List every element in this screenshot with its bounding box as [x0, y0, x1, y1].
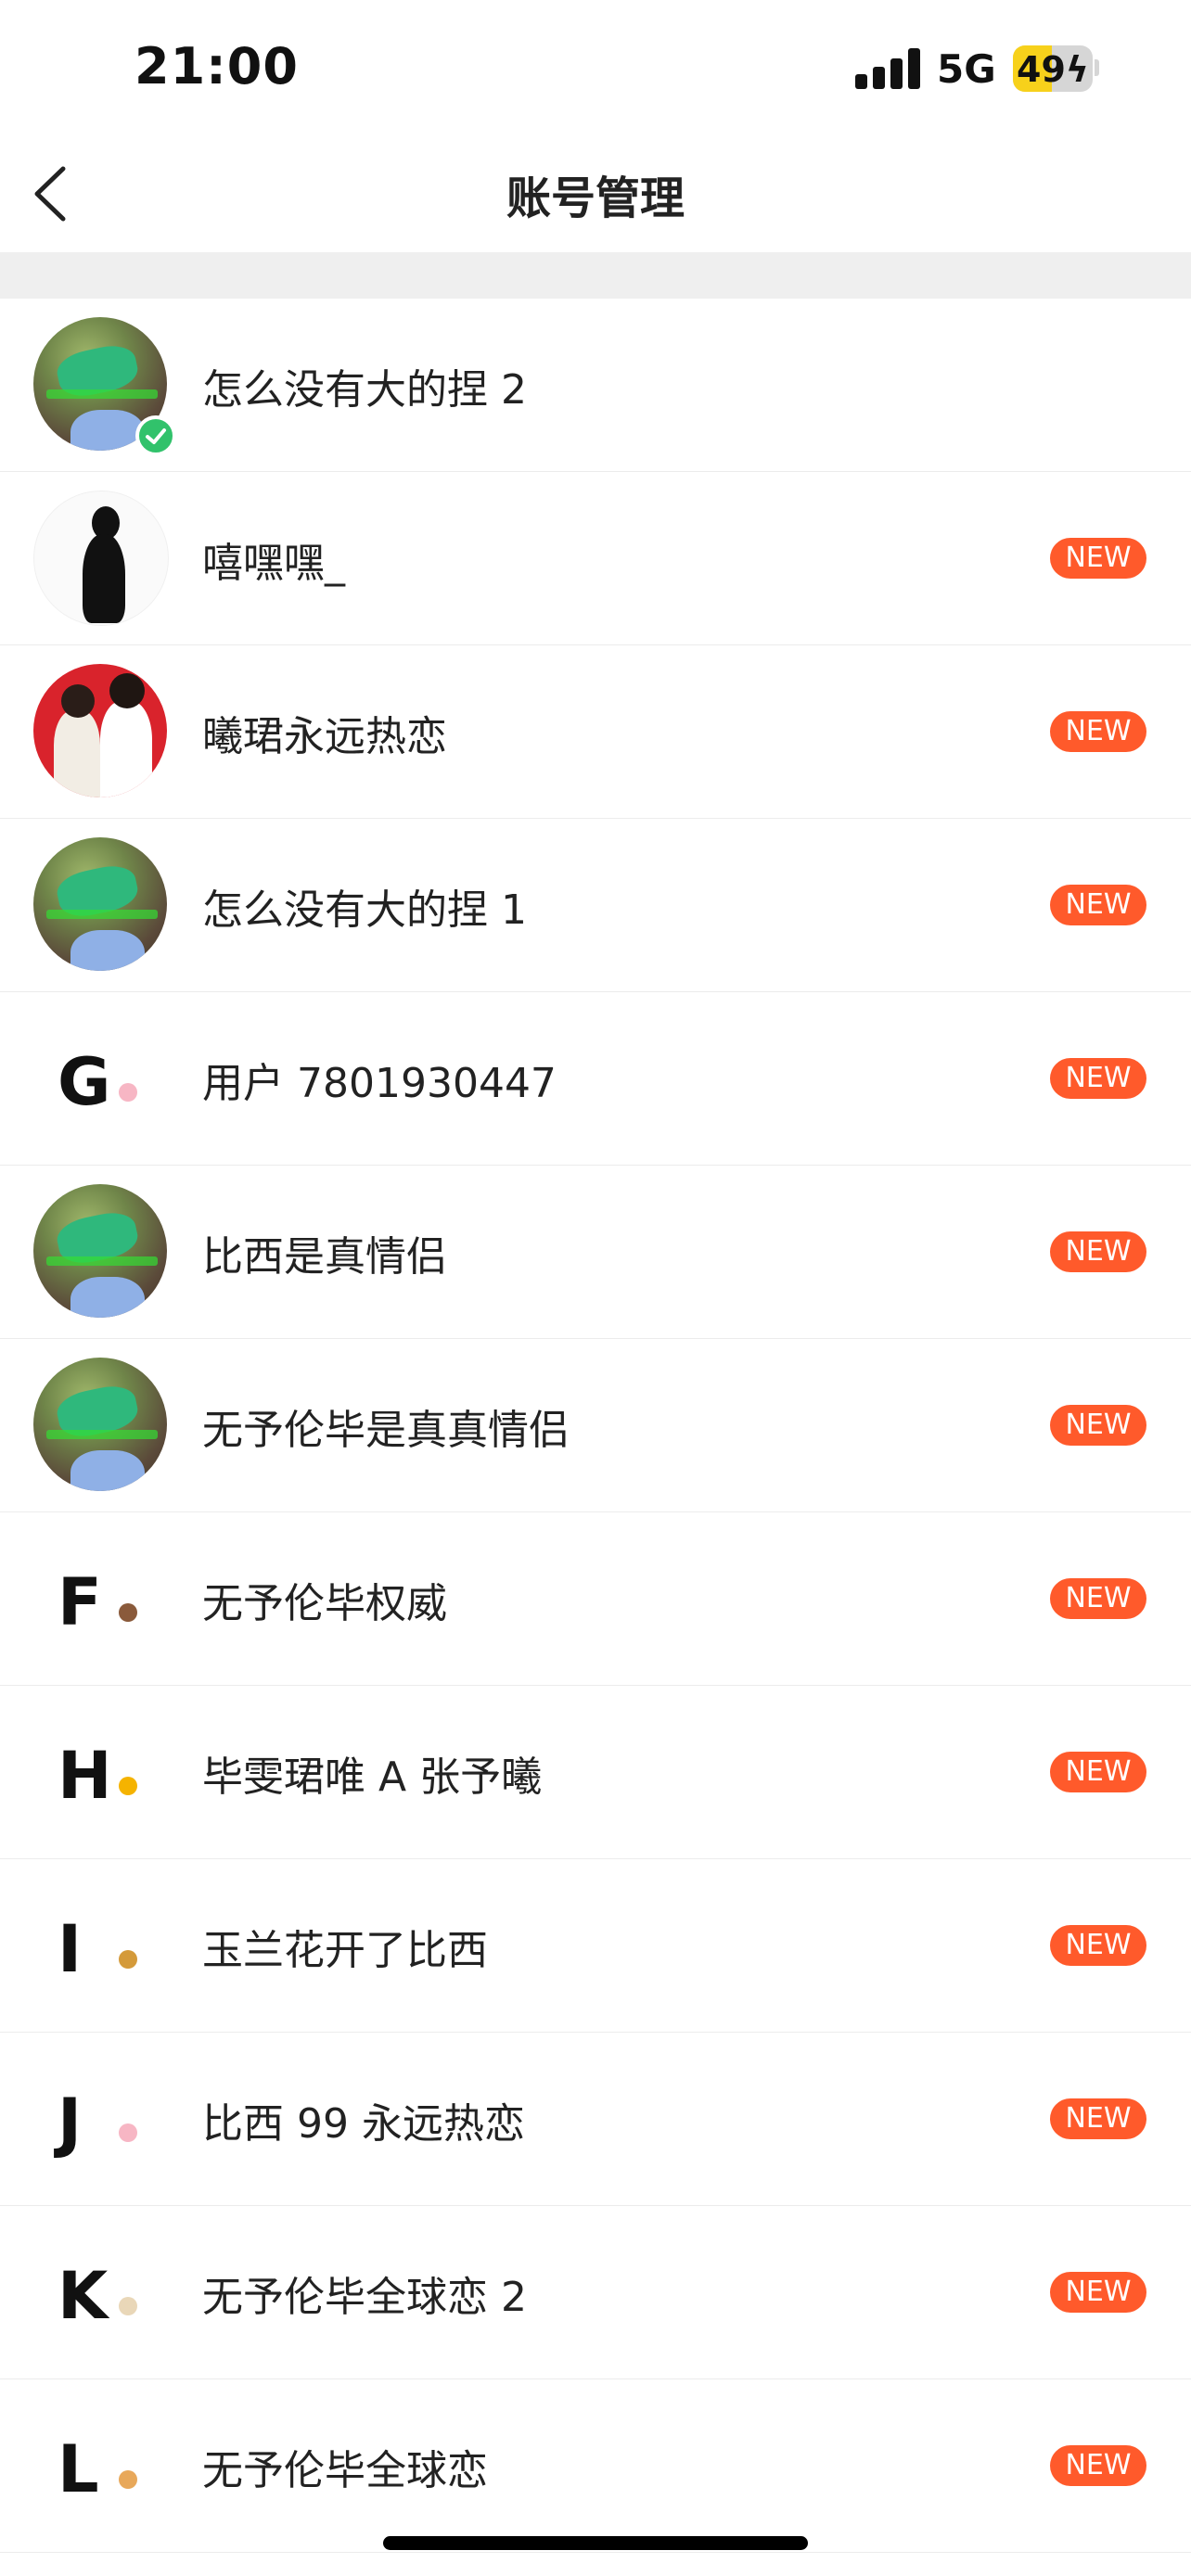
new-badge: NEW — [1050, 1752, 1146, 1792]
letter-avatar: K — [33, 2225, 167, 2358]
battery-icon: 49ϟ — [1013, 45, 1093, 92]
charging-bolt-icon: ϟ — [1065, 49, 1089, 90]
account-name: 嘻嘿嘿_ — [202, 540, 345, 587]
account-name: 无予伦毕权威 — [202, 1580, 447, 1627]
status-time: 21:00 — [134, 37, 299, 96]
letter-avatar: L — [33, 2398, 167, 2531]
new-badge: NEW — [1050, 1231, 1146, 1272]
new-badge: NEW — [1050, 711, 1146, 752]
account-row[interactable]: K 无予伦毕全球恋 2 NEW — [0, 2206, 1191, 2379]
avatar-letter: I — [58, 1911, 83, 1987]
emoji-decoration-icon — [119, 2123, 137, 2142]
new-badge: NEW — [1050, 1578, 1146, 1619]
account-name: 比西是真情侣 — [202, 1233, 447, 1281]
emoji-decoration-icon — [119, 1083, 137, 1102]
account-name: 无予伦毕是真真情侣 — [202, 1407, 570, 1454]
account-row[interactable]: F 无予伦毕权威 NEW — [0, 1512, 1191, 1686]
avatar-letter: H — [58, 1738, 112, 1814]
emoji-decoration-icon — [119, 2470, 137, 2489]
account-row[interactable]: 比西是真情侣 NEW — [0, 1166, 1191, 1339]
account-name: 比西 99 永远热恋 — [202, 2100, 525, 2148]
emoji-decoration-icon — [119, 1950, 137, 1969]
account-row[interactable]: G 用户 7801930447 NEW — [0, 992, 1191, 1166]
new-badge: NEW — [1050, 1058, 1146, 1099]
letter-avatar: F — [33, 1531, 167, 1664]
avatar-letter: K — [58, 2258, 109, 2334]
letter-avatar: G — [33, 1011, 167, 1144]
photo-avatar — [33, 837, 167, 971]
account-row[interactable]: 怎么没有大的捏 2 — [0, 299, 1191, 472]
emoji-decoration-icon — [119, 1777, 137, 1795]
account-list: 怎么没有大的捏 2 嘻嘿嘿_ NEW 曦珺永远热恋 NEW 怎么没有大的捏 1 NEW G 用户… — [0, 299, 1191, 2553]
new-badge: NEW — [1050, 2098, 1146, 2139]
account-name: 毕雯珺唯 A 张予曦 — [202, 1753, 543, 1801]
account-row[interactable]: I 玉兰花开了比西 NEW — [0, 1859, 1191, 2033]
account-row[interactable]: 无予伦毕是真真情侣 NEW — [0, 1339, 1191, 1512]
avatar-letter: G — [58, 1044, 111, 1120]
account-name: 用户 7801930447 — [202, 1060, 557, 1107]
photo-avatar — [33, 1184, 167, 1318]
battery-tip — [1095, 59, 1099, 76]
account-name: 曦珺永远热恋 — [202, 713, 447, 760]
account-name: 怎么没有大的捏 1 — [202, 886, 527, 934]
cellular-signal-icon — [855, 46, 920, 89]
emoji-decoration-icon — [119, 2297, 137, 2315]
account-name: 玉兰花开了比西 — [202, 1927, 488, 1974]
account-row[interactable]: 曦珺永远热恋 NEW — [0, 645, 1191, 819]
silhouette-avatar — [33, 491, 169, 626]
account-row[interactable]: 嘻嘿嘿_ NEW — [0, 472, 1191, 645]
new-badge: NEW — [1050, 2272, 1146, 2313]
avatar-letter: L — [58, 2431, 99, 2507]
new-badge: NEW — [1050, 538, 1146, 579]
account-name: 无予伦毕全球恋 2 — [202, 2274, 527, 2321]
account-row[interactable]: J 比西 99 永远热恋 NEW — [0, 2033, 1191, 2206]
new-badge: NEW — [1050, 1925, 1146, 1966]
avatar-letter: F — [58, 1564, 102, 1640]
account-row[interactable]: 怎么没有大的捏 1 NEW — [0, 819, 1191, 992]
letter-avatar: J — [33, 2051, 167, 2185]
network-type: 5G — [937, 46, 996, 92]
checkmark-icon — [135, 415, 176, 456]
account-row[interactable]: L 无予伦毕全球恋 NEW — [0, 2379, 1191, 2553]
account-name: 无予伦毕全球恋 — [202, 2447, 488, 2494]
new-badge: NEW — [1050, 1405, 1146, 1446]
letter-avatar: H — [33, 1704, 167, 1838]
letter-avatar: I — [33, 1878, 167, 2011]
account-name: 怎么没有大的捏 2 — [202, 366, 527, 414]
emoji-decoration-icon — [119, 1603, 137, 1622]
battery-percent: 49ϟ — [1017, 49, 1089, 90]
navigation-bar: 账号管理 — [0, 139, 1191, 252]
account-row[interactable]: H 毕雯珺唯 A 张予曦 NEW — [0, 1686, 1191, 1859]
avatar-letter: J — [58, 2085, 83, 2161]
couple-photo-avatar — [33, 664, 167, 797]
new-badge: NEW — [1050, 2445, 1146, 2486]
home-indicator[interactable] — [383, 2536, 808, 2550]
section-separator — [0, 252, 1191, 299]
status-bar: 21:00 5G 49ϟ — [0, 0, 1191, 139]
new-badge: NEW — [1050, 885, 1146, 925]
photo-avatar — [33, 1358, 167, 1491]
page-title: 账号管理 — [506, 172, 685, 224]
